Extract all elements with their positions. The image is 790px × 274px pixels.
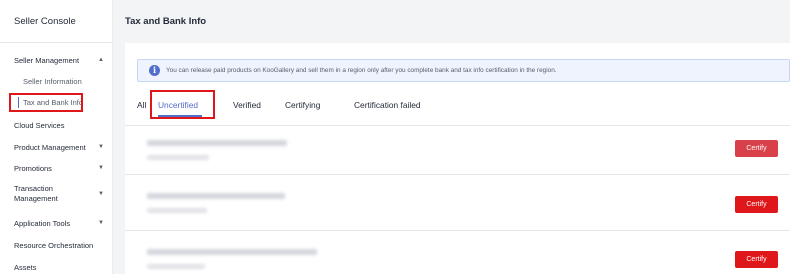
- console-title: Seller Console: [14, 16, 76, 27]
- redacted-product-detail: [147, 155, 209, 160]
- list-item: Certify: [125, 232, 790, 274]
- tab-certification-failed[interactable]: Certification failed: [354, 100, 421, 110]
- active-item-indicator: [18, 97, 19, 108]
- active-tab-underline: [158, 115, 202, 117]
- chevron-down-icon[interactable]: ▼: [98, 165, 104, 171]
- sidebar-item-application-tools[interactable]: Application Tools: [14, 219, 70, 228]
- row-divider: [125, 174, 790, 175]
- sidebar-item-transaction-management[interactable]: Transaction Management: [14, 184, 84, 204]
- content-card: i You can release paid products on KooGa…: [125, 43, 790, 274]
- sidebar-item-seller-management[interactable]: Seller Management: [14, 56, 79, 65]
- info-icon: i: [149, 65, 160, 76]
- redacted-product-detail: [147, 208, 207, 213]
- list-item: Certify: [125, 176, 790, 224]
- certify-button[interactable]: Certify: [735, 140, 778, 157]
- chevron-down-icon[interactable]: ▼: [98, 220, 104, 226]
- sidebar-item-promotions[interactable]: Promotions: [14, 164, 52, 173]
- app-window: Seller Console Seller Management ▲ Selle…: [0, 0, 790, 274]
- tab-all[interactable]: All: [137, 100, 146, 110]
- sidebar-item-seller-information[interactable]: Seller Information: [23, 77, 82, 86]
- tab-uncertified[interactable]: Uncertified: [158, 100, 198, 110]
- main-content: Tax and Bank Info i You can release paid…: [113, 0, 790, 274]
- chevron-up-icon[interactable]: ▲: [98, 57, 104, 63]
- sidebar-divider: [0, 42, 112, 43]
- page-title: Tax and Bank Info: [125, 16, 207, 27]
- certify-button[interactable]: Certify: [735, 196, 778, 213]
- tab-verified[interactable]: Verified: [233, 100, 261, 110]
- notice-text: You can release paid products on KooGall…: [166, 67, 557, 74]
- sidebar: Seller Console Seller Management ▲ Selle…: [0, 0, 113, 274]
- sidebar-item-product-management[interactable]: Product Management: [14, 143, 86, 152]
- sidebar-item-cloud-services[interactable]: Cloud Services: [14, 121, 64, 130]
- list-item: Certify: [125, 127, 790, 175]
- sidebar-item-tax-and-bank-info[interactable]: Tax and Bank Info: [23, 98, 83, 107]
- chevron-down-icon[interactable]: ▼: [98, 144, 104, 150]
- redacted-product-detail: [147, 264, 205, 269]
- sidebar-item-resource-orchestration[interactable]: Resource Orchestration: [14, 241, 93, 250]
- redacted-product-name: [147, 140, 287, 146]
- tab-certifying[interactable]: Certifying: [285, 100, 320, 110]
- redacted-product-name: [147, 193, 285, 199]
- redacted-product-name: [147, 249, 317, 255]
- info-notice: i You can release paid products on KooGa…: [137, 59, 790, 82]
- tabs-divider: [125, 125, 790, 126]
- sidebar-item-assets[interactable]: Assets: [14, 263, 37, 272]
- certify-button[interactable]: Certify: [735, 251, 778, 268]
- chevron-down-icon[interactable]: ▼: [98, 191, 104, 197]
- page-header: Tax and Bank Info: [113, 0, 790, 42]
- row-divider: [125, 230, 790, 231]
